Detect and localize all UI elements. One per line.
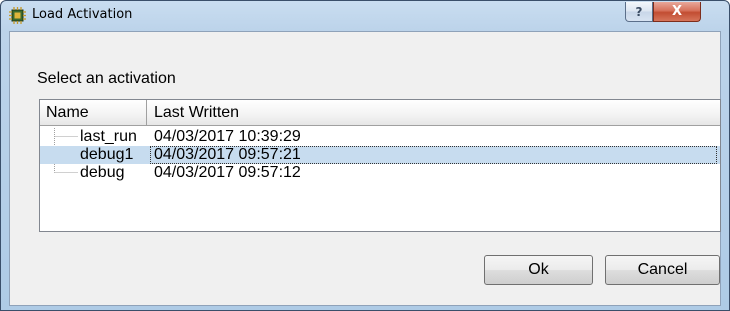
title-bar[interactable]: Load Activation ? X xyxy=(1,1,729,31)
row-name: debug xyxy=(80,164,125,181)
help-button[interactable]: ? xyxy=(625,2,653,22)
tree-row-debug[interactable]: debug 04/03/2017 09:57:12 xyxy=(40,164,720,182)
tree-row-last-run[interactable]: last_run 04/03/2017 10:39:29 xyxy=(40,128,720,146)
prompt-label: Select an activation xyxy=(37,70,176,87)
window-title: Load Activation xyxy=(32,7,133,22)
activation-tree[interactable]: Name Last Written last_run 04/03/2017 10… xyxy=(39,99,721,232)
row-last-written: 04/03/2017 09:57:21 xyxy=(154,146,301,163)
column-header-last-written[interactable]: Last Written xyxy=(147,100,720,126)
tree-row-debug1[interactable]: debug1 04/03/2017 09:57:21 xyxy=(40,146,720,164)
ok-button[interactable]: Ok xyxy=(484,255,593,285)
cancel-button[interactable]: Cancel xyxy=(605,255,720,285)
row-last-written: 04/03/2017 09:57:12 xyxy=(154,164,301,181)
help-icon: ? xyxy=(635,4,643,19)
load-activation-window: Load Activation ? X Select an activation… xyxy=(0,0,730,311)
row-last-written: 04/03/2017 10:39:29 xyxy=(154,128,301,145)
chip-icon xyxy=(9,7,26,24)
row-name: last_run xyxy=(80,128,137,145)
dialog-body: Select an activation Name Last Written l… xyxy=(9,31,721,306)
tree-header: Name Last Written xyxy=(40,100,720,126)
close-button[interactable]: X xyxy=(653,2,701,22)
row-name: debug1 xyxy=(80,146,134,163)
close-icon: X xyxy=(671,4,683,19)
